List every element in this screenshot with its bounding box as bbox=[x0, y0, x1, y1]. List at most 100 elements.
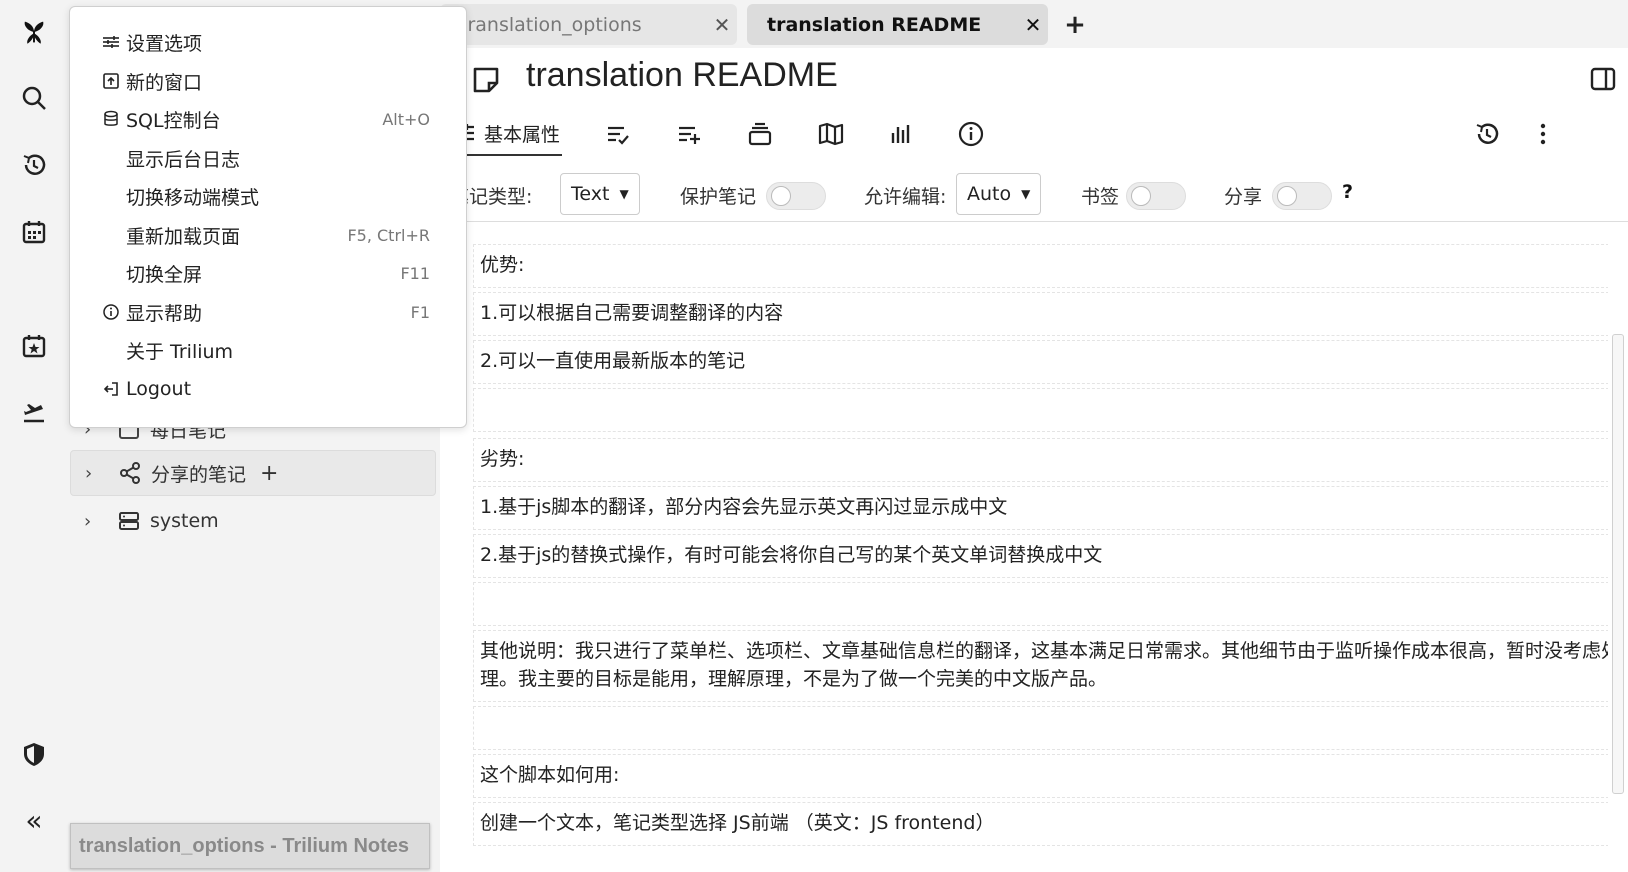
note-info-icon[interactable] bbox=[958, 112, 984, 156]
inherited-attributes-icon[interactable] bbox=[747, 112, 773, 156]
ribbon-tabs: 基本属性 bbox=[440, 110, 1628, 158]
database-icon bbox=[104, 110, 118, 126]
tab-translation-readme[interactable]: translation README ✕ bbox=[747, 4, 1048, 45]
menu-item-mobile-mode[interactable]: 切换移动端模式 bbox=[70, 177, 466, 215]
protect-note-label: 保护笔记 bbox=[680, 186, 757, 208]
global-menu-dropdown: 设置选项 新的窗口 SQL控制台 Alt+O 显示后台日志 切换移动端模式 重新… bbox=[69, 6, 467, 428]
content-block[interactable]: 1.基于js脚本的翻译，部分内容会先显示英文再闪过显示成中文 bbox=[473, 486, 1628, 530]
scrollbar-thumb[interactable] bbox=[1612, 334, 1624, 794]
hoisting-icon[interactable] bbox=[14, 392, 54, 432]
share-toggle[interactable] bbox=[1272, 182, 1332, 210]
menu-item-backend-log[interactable]: 显示后台日志 bbox=[70, 139, 466, 177]
server-icon bbox=[119, 512, 139, 530]
trilium-logo-icon[interactable] bbox=[14, 12, 54, 52]
launcher-bar: « bbox=[0, 0, 68, 872]
editability-label: 允许编辑: bbox=[864, 186, 947, 208]
expand-chevron-icon[interactable]: › bbox=[85, 463, 107, 484]
editability-value: Auto bbox=[967, 183, 1012, 205]
tab-translation-options[interactable]: translation_options ✕ bbox=[440, 4, 737, 45]
menu-item-fullscreen[interactable]: 切换全屏 F11 bbox=[70, 254, 466, 292]
menu-item-options[interactable]: 设置选项 bbox=[70, 23, 466, 61]
menu-item-logout[interactable]: Logout bbox=[70, 370, 466, 408]
expand-chevron-icon[interactable]: › bbox=[84, 511, 106, 532]
menu-item-about[interactable]: 关于 Trilium bbox=[70, 331, 466, 369]
owned-attributes-icon[interactable] bbox=[605, 112, 631, 156]
menu-label: 新的窗口 bbox=[126, 71, 203, 94]
dropdown-caret-icon: ▼ bbox=[619, 187, 629, 201]
note-map-icon[interactable] bbox=[818, 112, 844, 156]
tree-item-label: system bbox=[150, 510, 219, 532]
close-tab-icon[interactable]: ✕ bbox=[1018, 13, 1048, 37]
new-tab-button[interactable]: + bbox=[1058, 8, 1092, 42]
menu-label: 重新加载页面 bbox=[126, 225, 241, 248]
tab-strip: translation_options ✕ translation README… bbox=[440, 0, 1628, 48]
bookmark-label: 书签 bbox=[1081, 186, 1120, 208]
content-block[interactable] bbox=[473, 582, 1628, 626]
content-block[interactable]: 这个脚本如何用: bbox=[473, 754, 1628, 798]
calendar-icon[interactable] bbox=[14, 212, 54, 252]
content-block[interactable]: 优势: bbox=[473, 244, 1628, 288]
recent-changes-icon[interactable] bbox=[14, 145, 54, 185]
menu-label: SQL控制台 bbox=[126, 109, 221, 132]
share-label: 分享 bbox=[1224, 186, 1263, 208]
today-note-icon[interactable] bbox=[14, 326, 54, 366]
tree-item-label: 分享的笔记 bbox=[151, 463, 247, 486]
editability-select[interactable]: Auto ▼ bbox=[956, 173, 1042, 215]
content-block[interactable]: 1.可以根据自己需要调整翻译的内容 bbox=[473, 292, 1628, 336]
new-window-icon bbox=[103, 73, 119, 89]
logout-icon bbox=[103, 382, 118, 396]
menu-label: Logout bbox=[126, 378, 192, 400]
collapse-sidebar-icon[interactable]: « bbox=[14, 800, 54, 840]
menu-item-help[interactable]: 显示帮助 F1 bbox=[70, 293, 466, 331]
menu-label: 切换移动端模式 bbox=[126, 186, 260, 209]
info-icon bbox=[103, 304, 119, 320]
note-icon[interactable] bbox=[470, 64, 502, 96]
content-block[interactable] bbox=[473, 388, 1628, 432]
menu-label: 关于 Trilium bbox=[126, 340, 234, 363]
tab-title: translation README bbox=[767, 13, 982, 36]
search-icon[interactable] bbox=[14, 78, 54, 118]
menu-label: 显示后台日志 bbox=[126, 148, 241, 171]
menu-label: 切换全屏 bbox=[126, 263, 203, 286]
dropdown-caret-icon: ▼ bbox=[1021, 187, 1031, 201]
protected-session-icon[interactable] bbox=[14, 734, 54, 774]
note-content[interactable]: 优势: 1.可以根据自己需要调整翻译的内容 2.可以一直使用最新版本的笔记 劣势… bbox=[440, 222, 1628, 872]
add-child-note-button[interactable]: + bbox=[260, 461, 278, 486]
more-options-icon[interactable] bbox=[1530, 112, 1556, 156]
content-block[interactable]: 其他说明：我只进行了菜单栏、选项栏、文章基础信息栏的翻译，这基本满足日常需求。其… bbox=[473, 630, 1628, 702]
menu-label: 显示帮助 bbox=[126, 302, 203, 325]
note-type-value: Text bbox=[571, 183, 610, 205]
sliders-icon bbox=[103, 36, 119, 48]
add-attribute-icon[interactable] bbox=[676, 112, 702, 156]
note-type-select[interactable]: Text ▼ bbox=[560, 173, 640, 215]
close-tab-icon[interactable]: ✕ bbox=[707, 13, 737, 37]
tree-item-shared-notes[interactable]: › 分享的笔记 + bbox=[70, 450, 436, 496]
content-block[interactable]: 创建一个文本，笔记类型选择 JS前端 （英文：JS frontend） bbox=[473, 802, 1628, 846]
content-block[interactable]: 2.基于js的替换式操作，有时可能会将你自己写的某个英文单词替换成中文 bbox=[473, 534, 1628, 578]
bookmark-toggle[interactable] bbox=[1126, 182, 1186, 210]
menu-item-sql-console[interactable]: SQL控制台 Alt+O bbox=[70, 100, 466, 138]
protect-note-toggle[interactable] bbox=[766, 182, 826, 210]
tab-label: 基本属性 bbox=[484, 123, 561, 146]
tab-title: translation_options bbox=[460, 13, 642, 36]
menu-shortcut: Alt+O bbox=[382, 109, 430, 129]
menu-shortcut: F5, Ctrl+R bbox=[347, 225, 430, 245]
basic-properties-bar: 笔记类型: Text ▼ 保护笔记 允许编辑: Auto ▼ 书签 分享 ? bbox=[440, 164, 1628, 222]
note-title-row: translation README bbox=[440, 48, 1628, 110]
menu-shortcut: F11 bbox=[400, 263, 430, 283]
revisions-history-icon[interactable] bbox=[1474, 112, 1500, 156]
toggle-right-panel-icon[interactable] bbox=[1590, 66, 1616, 92]
window-title-tooltip: translation_options - Trilium Notes bbox=[70, 823, 430, 869]
similar-notes-chart-icon[interactable] bbox=[888, 112, 914, 156]
menu-shortcut: F1 bbox=[410, 302, 430, 322]
content-block[interactable] bbox=[473, 706, 1628, 750]
menu-item-new-window[interactable]: 新的窗口 bbox=[70, 62, 466, 100]
menu-item-reload[interactable]: 重新加载页面 F5, Ctrl+R bbox=[70, 216, 466, 254]
menu-label: 设置选项 bbox=[126, 32, 203, 55]
content-block[interactable]: 2.可以一直使用最新版本的笔记 bbox=[473, 340, 1628, 384]
content-block[interactable]: 劣势: bbox=[473, 438, 1628, 482]
tree-item-system[interactable]: › system bbox=[70, 498, 436, 544]
share-icon bbox=[120, 462, 140, 484]
share-help-icon[interactable]: ? bbox=[1342, 181, 1353, 203]
note-title[interactable]: translation README bbox=[526, 56, 838, 95]
